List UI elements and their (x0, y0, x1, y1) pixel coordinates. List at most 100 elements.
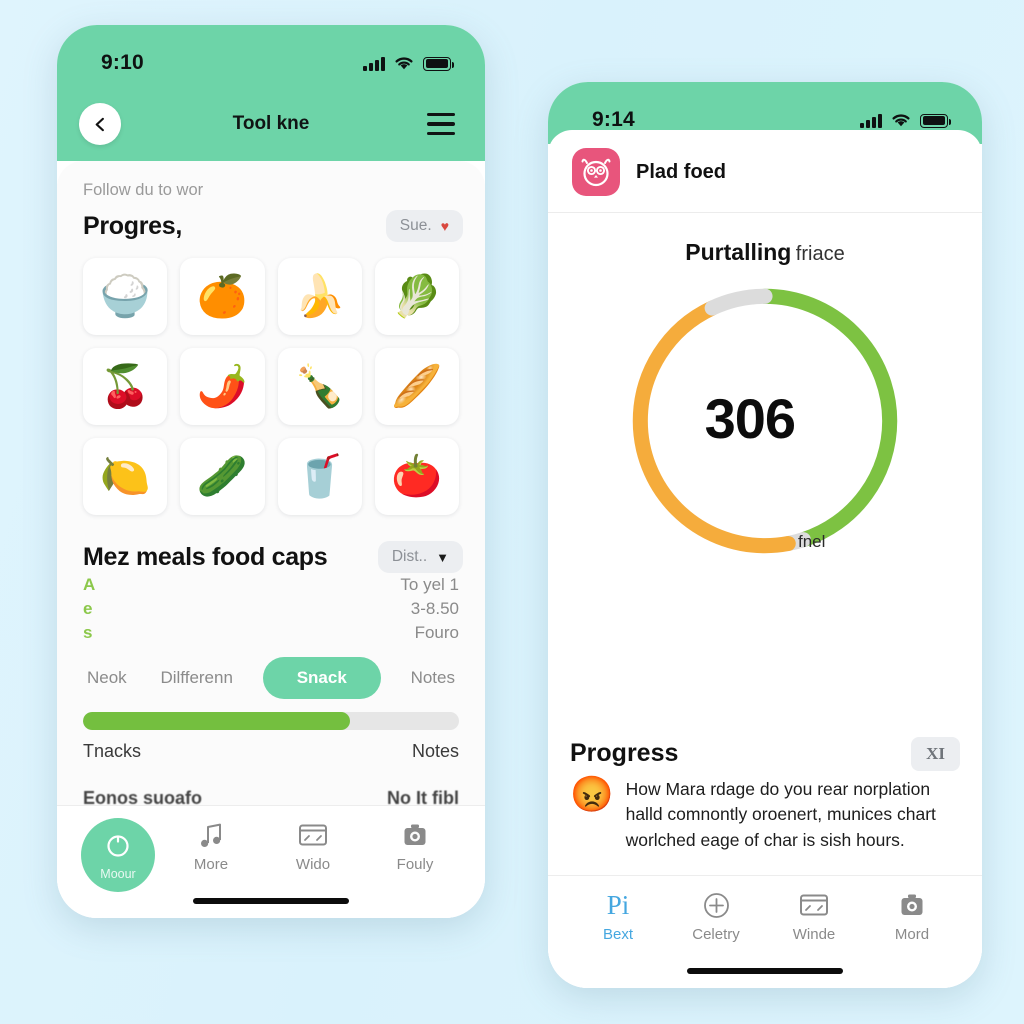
cutoff-row: Eonos suoafo No It fibl (57, 762, 485, 809)
home-indicator (687, 968, 843, 974)
left-content-sheet: Follow du to wor Progres, Sue. ♥ 🍚 🍊 🍌 🥬… (57, 161, 485, 918)
tab-dilfferenn[interactable]: Dilfferenn (156, 660, 236, 696)
food-item-hot-pepper[interactable]: 🌶️ (180, 348, 265, 425)
celetry-tab-label: Celetry (692, 926, 740, 943)
meal-key: e (83, 599, 93, 618)
cellular-signal-icon (363, 56, 385, 71)
right-tab-bar: Pi Bext Celetry Winde Mord (548, 875, 982, 988)
home-indicator (193, 898, 349, 904)
progress-bar-fill (83, 712, 350, 730)
music-note-icon (165, 818, 257, 852)
footer-right-label: Notes (411, 741, 459, 761)
mord-tab-label: Mord (894, 926, 930, 943)
donut-chart: 306 fnel (548, 270, 982, 566)
food-grid: 🍚 🍊 🍌 🥬 🍒 🌶️ 🍾 🥖 🍋 🥒 🥤 🍅 (57, 242, 485, 515)
meal-value: To yel 1 (400, 575, 459, 594)
winde-tab[interactable]: Winde (768, 888, 860, 943)
ring-chart-title: Purtalling friace (548, 213, 982, 270)
angry-face-emoji-icon: 😡 (570, 774, 614, 814)
record-button-label: Moour (100, 867, 136, 881)
food-item-bananas[interactable]: 🍌 (277, 258, 362, 335)
food-item-bread-roll[interactable]: 🥖 (374, 348, 459, 425)
hint-text: Follow du to wor (83, 181, 204, 199)
status-icons (363, 56, 455, 71)
status-icons (860, 113, 952, 128)
food-item-radish[interactable]: 🥬 (374, 258, 459, 335)
food-item-rice-bowl[interactable]: 🍚 (83, 258, 168, 335)
progress-section-header: Progress XI (570, 736, 960, 777)
back-button[interactable] (79, 103, 121, 145)
app-name-label: Plad foed (636, 160, 727, 183)
tab-neok[interactable]: Neok (83, 660, 131, 696)
fouly-tab[interactable]: Fouly (369, 818, 461, 873)
meals-section-title: Mez meals food caps (83, 542, 328, 571)
list-item[interactable]: A To yel 1 (57, 573, 485, 597)
list-item[interactable]: e 3-8.50 (57, 597, 485, 621)
meals-list: A To yel 1 e 3-8.50 s Fouro (57, 573, 485, 645)
chevron-down-icon: ▼ (436, 549, 449, 565)
donut-center-value: 306 fnel (548, 270, 982, 566)
donut-unit: fnel (798, 532, 826, 551)
camera-icon (866, 888, 958, 922)
food-item-tangerine[interactable]: 🍊 (180, 258, 265, 335)
dashboard-gauge-icon (267, 818, 359, 852)
phone-right: 9:14 Plad foed Purtalling friace 306 fne… (548, 82, 982, 988)
chevron-left-icon (95, 117, 104, 131)
tab-notes[interactable]: Notes (407, 660, 459, 696)
pi-symbol-icon: Pi (606, 889, 630, 920)
donut-value: 306 (704, 386, 796, 450)
app-header-row[interactable]: Plad foed (548, 130, 982, 213)
winde-tab-label: Winde (792, 926, 836, 943)
progress-section-title: Progress (570, 739, 679, 768)
celetry-tab[interactable]: Celetry (670, 888, 762, 943)
dist-chip-label: Dist.. (391, 548, 428, 565)
mord-tab[interactable]: Mord (866, 888, 958, 943)
food-item-blue-drink[interactable]: 🥤 (277, 438, 362, 515)
wido-tab-label: Wido (295, 856, 331, 873)
page-title: Tool kne (232, 113, 310, 134)
tab-snack[interactable]: Snack (262, 657, 381, 699)
meal-key: A (83, 575, 96, 594)
list-item[interactable]: s Fouro (57, 621, 485, 645)
progress-section-title: Progres, (83, 211, 183, 240)
plus-circle-icon (670, 888, 762, 922)
progress-section: Progress XI 😡 How Mara rdage do you rear… (548, 736, 982, 875)
battery-full-icon (423, 56, 455, 71)
meal-key: s (83, 623, 93, 642)
wido-tab[interactable]: Wido (267, 818, 359, 873)
battery-full-icon (920, 113, 952, 128)
record-button[interactable]: Moour (81, 818, 155, 892)
bext-tab[interactable]: Pi Bext (572, 888, 664, 944)
ring-title-light: friace (795, 243, 845, 265)
food-item-bottle-drink[interactable]: 🍾 (277, 348, 362, 425)
left-navbar: Tool kne (57, 87, 485, 161)
more-tab[interactable]: More (165, 818, 257, 873)
wifi-icon (395, 56, 413, 69)
food-item-lemon[interactable]: 🍋 (83, 438, 168, 515)
camera-icon (369, 818, 461, 852)
progress-section-header: Progres, Sue. ♥ (57, 204, 485, 242)
record-circle-icon (105, 829, 131, 863)
status-bar-left: 9:10 (57, 25, 485, 87)
meals-section-header: Mez meals food caps Dist.. ▼ (57, 515, 485, 573)
status-badge[interactable]: XI (911, 736, 960, 771)
sue-filter-chip[interactable]: Sue. ♥ (385, 210, 463, 242)
meal-value: Fouro (414, 623, 459, 642)
more-tab-label: More (193, 856, 229, 873)
meal-value: 3-8.50 (410, 599, 459, 618)
left-tab-bar: Moour More Wido Fouly (57, 805, 485, 918)
dist-dropdown-chip[interactable]: Dist.. ▼ (377, 541, 463, 573)
progress-message-text: How Mara rdage do you rear norplation ha… (625, 778, 936, 850)
hamburger-menu-icon[interactable] (427, 113, 455, 135)
ring-title-bold: Purtalling (685, 239, 792, 265)
food-item-tomatoes[interactable]: 🍅 (374, 438, 459, 515)
sue-chip-label: Sue. (399, 217, 432, 234)
right-content-sheet: Plad foed Purtalling friace 306 fnel Pro… (548, 130, 982, 988)
owl-app-icon (572, 148, 620, 196)
food-item-cherries[interactable]: 🍒 (83, 348, 168, 425)
cellular-signal-icon (860, 113, 882, 128)
food-item-cucumber[interactable]: 🥒 (180, 438, 265, 515)
left-green-header: 9:10 Tool kne (57, 25, 485, 161)
footer-row: Tnacks Notes (57, 730, 485, 762)
progress-bar[interactable] (83, 712, 459, 730)
